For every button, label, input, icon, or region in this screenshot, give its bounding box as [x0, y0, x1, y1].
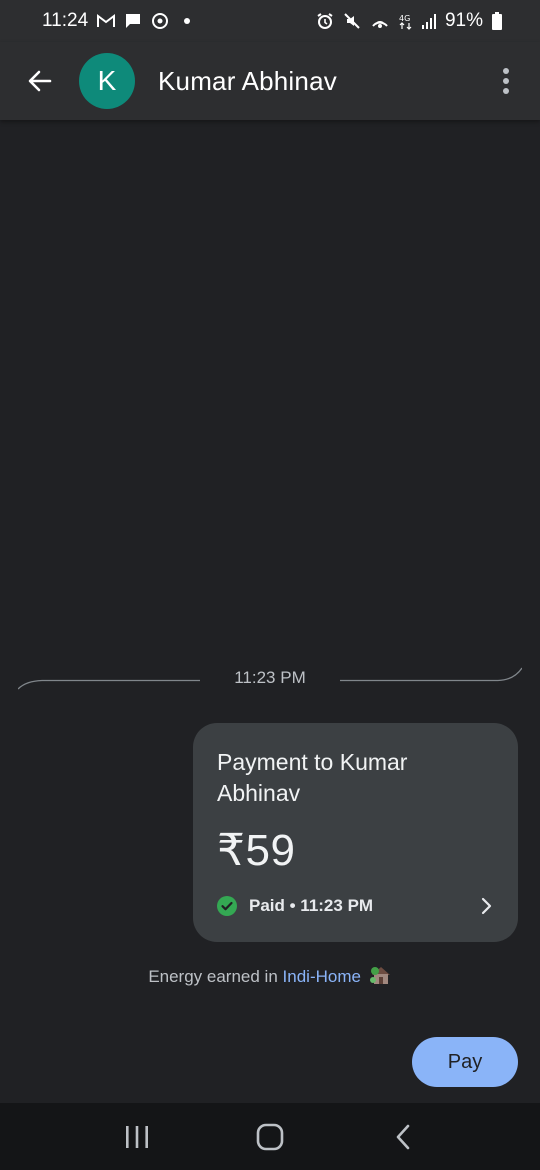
energy-prefix: Energy earned in [148, 967, 278, 986]
more-options-button[interactable] [486, 61, 526, 101]
time-divider: 11:23 PM [18, 665, 522, 695]
payment-card[interactable]: Payment to Kumar Abhinav ₹59 Paid • 11:2… [193, 723, 518, 942]
status-bar: 11:24 4G 91% [0, 0, 540, 42]
system-back-button[interactable] [373, 1112, 433, 1162]
payment-title: Payment to Kumar Abhinav [217, 749, 408, 806]
house-icon [369, 965, 392, 990]
chevron-left-icon [397, 1124, 410, 1149]
home-icon [256, 1123, 284, 1150]
payment-amount: ₹59 [217, 826, 296, 875]
network-4g-icon: 4G [399, 11, 413, 31]
payment-status-row: Paid • 11:23 PM [217, 896, 496, 916]
recent-apps-icon [125, 1125, 148, 1148]
more-vert-icon [503, 68, 509, 94]
app-bar: K Kumar Abhinav [0, 42, 540, 120]
time-divider-label: 11:23 PM [234, 668, 306, 687]
message-icon [124, 11, 142, 31]
battery-percentage: 91% [444, 10, 483, 31]
arrow-left-icon [28, 70, 52, 92]
signal-icon [421, 11, 436, 31]
status-bar-left: 11:24 [42, 10, 191, 32]
svg-text:4G: 4G [399, 14, 410, 23]
hotspot-icon [370, 11, 390, 31]
home-button[interactable] [240, 1112, 300, 1162]
dot-icon [184, 18, 191, 24]
status-time: 11:24 [42, 10, 89, 31]
contact-name[interactable]: Kumar Abhinav [158, 66, 486, 97]
system-nav-bar [0, 1103, 540, 1170]
chevron-right-icon[interactable] [476, 896, 496, 916]
chat-area[interactable]: 11:23 PM Payment to Kumar Abhinav ₹59 Pa… [0, 120, 540, 1103]
avatar[interactable]: K [79, 53, 135, 109]
energy-link[interactable]: Indi-Home [283, 967, 361, 986]
energy-earned-line: Energy earned in Indi-Home [0, 965, 540, 990]
recent-apps-button[interactable] [107, 1112, 167, 1162]
back-button[interactable] [20, 61, 60, 101]
battery-icon [492, 11, 502, 31]
sync-icon [151, 11, 169, 31]
mute-icon [343, 11, 361, 31]
status-bar-right: 4G 91% [316, 10, 502, 32]
alarm-icon [316, 11, 334, 31]
pay-button[interactable]: Pay [412, 1037, 518, 1087]
check-circle-icon [217, 896, 237, 916]
gmail-icon [97, 11, 116, 31]
payment-status: Paid • 11:23 PM [249, 896, 374, 915]
